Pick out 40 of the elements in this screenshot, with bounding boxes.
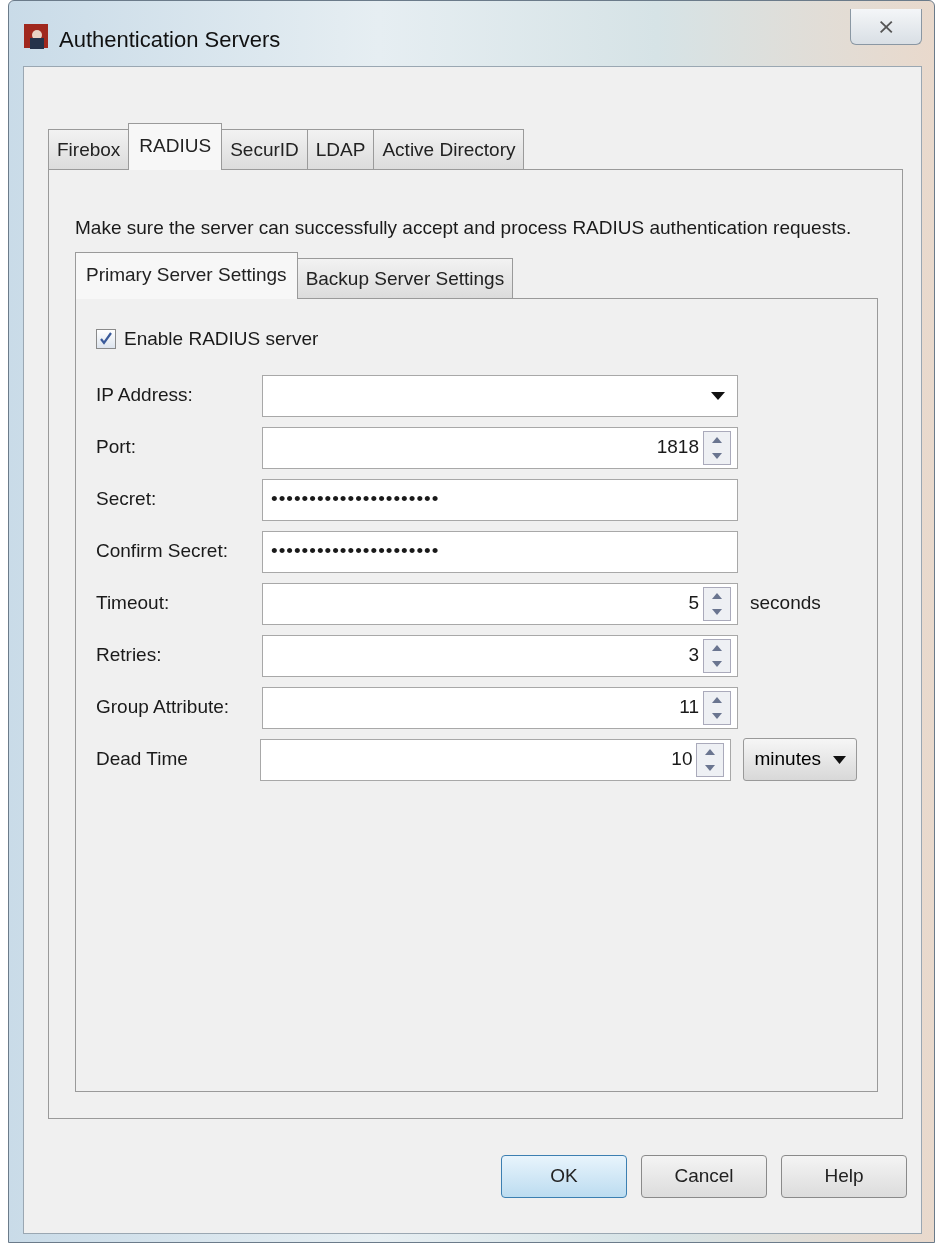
field-label: Retries:	[96, 643, 163, 668]
field-label: Dead Time	[96, 747, 189, 772]
caret-icon	[711, 391, 725, 400]
checkbox-label: Enable RADIUS server	[124, 327, 319, 351]
field-label: Confirm Secret:	[96, 539, 229, 564]
tab[interactable]: Primary Server Settings	[75, 251, 298, 299]
number-field[interactable]: 11	[262, 686, 738, 729]
dialog-button[interactable]: Cancel	[641, 1154, 767, 1198]
field-label: Group Attribute:	[96, 695, 231, 720]
number-field[interactable]: 3	[262, 634, 738, 677]
spinner-icon	[703, 690, 731, 725]
password-field[interactable]: ••••••••••••••••••••••	[262, 478, 738, 521]
field-label: Timeout:	[96, 591, 171, 616]
tab[interactable]: Active Directory	[373, 128, 525, 169]
spinner-icon	[703, 430, 731, 465]
tab[interactable]: SecurID	[221, 128, 308, 169]
tab[interactable]: Firebox	[48, 128, 130, 169]
enable-checkbox[interactable]	[96, 329, 116, 350]
app-icon	[23, 23, 49, 49]
unit-dropdown[interactable]: minutes	[743, 738, 857, 781]
tab[interactable]: LDAP	[306, 128, 375, 169]
dialog-button[interactable]: OK	[501, 1154, 627, 1198]
password-field[interactable]: ••••••••••••••••••••••	[262, 530, 738, 573]
window-title: Authentication Servers	[59, 26, 281, 54]
number-field[interactable]: 5	[262, 582, 738, 625]
description-text: Make sure the server can successfully accept and process RADIUS authentication requests.	[75, 216, 853, 240]
close-button[interactable]: ⨯	[850, 9, 922, 45]
unit-label: seconds	[750, 591, 821, 616]
spinner-icon	[696, 742, 725, 777]
dialog-button[interactable]: Help	[781, 1154, 907, 1198]
number-field[interactable]: 10	[260, 738, 732, 781]
spinner-icon	[703, 638, 731, 673]
number-field[interactable]: 1818	[262, 426, 738, 469]
field-label: IP Address:	[96, 383, 194, 408]
tab[interactable]: Backup Server Settings	[296, 257, 514, 298]
tab[interactable]: RADIUS	[128, 122, 223, 170]
spinner-icon	[703, 586, 731, 621]
field-label: Secret:	[96, 487, 158, 512]
caret-icon	[833, 755, 846, 764]
field-label: Port:	[96, 435, 138, 460]
